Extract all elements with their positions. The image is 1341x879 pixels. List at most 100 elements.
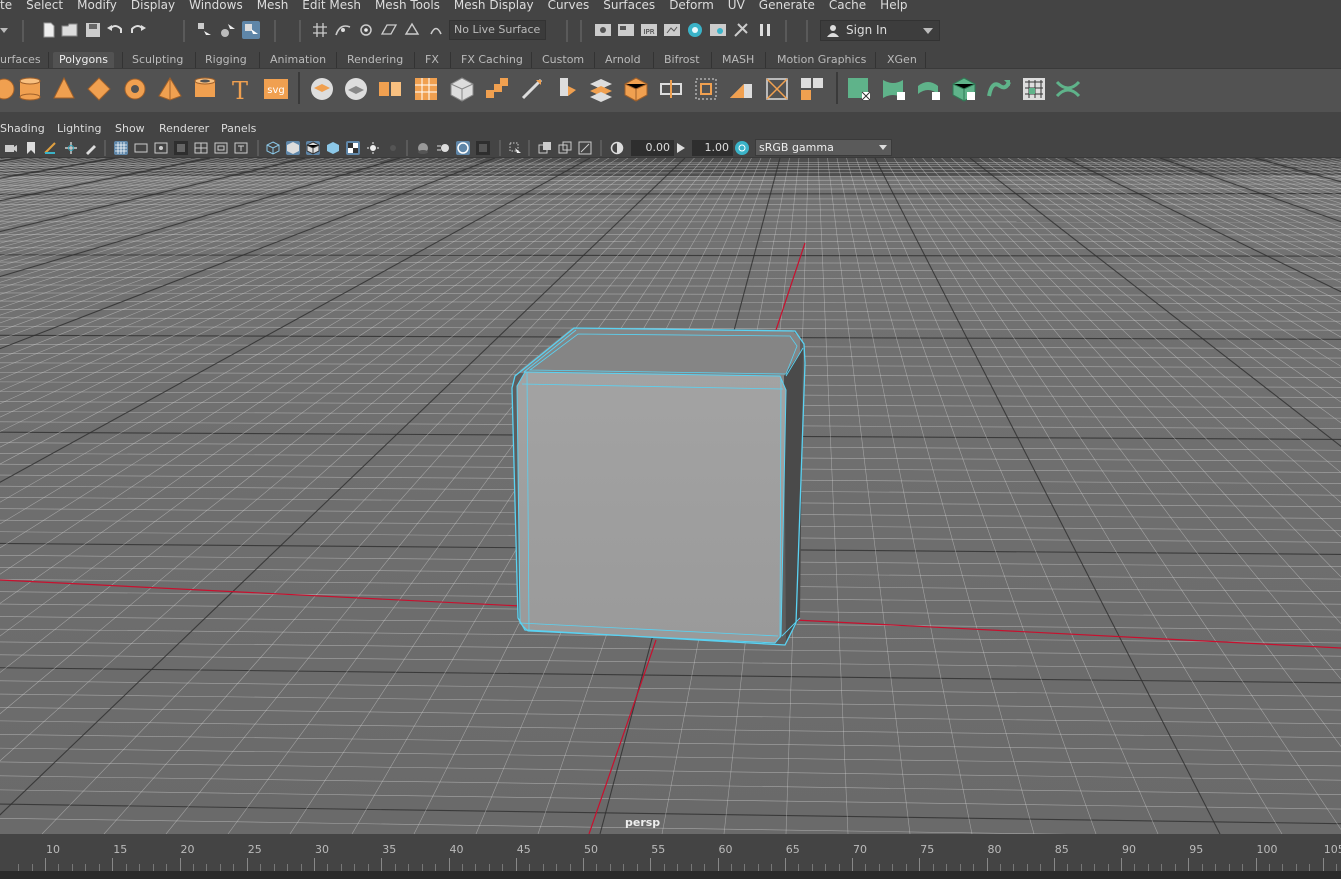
- exposure-field[interactable]: 0.00: [631, 140, 674, 156]
- smooth-icon[interactable]: [377, 76, 403, 102]
- textured-icon[interactable]: [326, 141, 340, 155]
- poly-cone-icon[interactable]: [51, 76, 77, 102]
- spherical-mapping-icon[interactable]: [916, 76, 942, 102]
- image-plane-icon[interactable]: [43, 141, 57, 155]
- uv-toolkit-icon[interactable]: [1055, 76, 1081, 102]
- menu-generate[interactable]: Generate: [759, 0, 815, 11]
- menu-display[interactable]: Display: [131, 0, 175, 11]
- tab-sculpting[interactable]: Sculpting: [132, 52, 183, 68]
- tab-rigging[interactable]: Rigging: [205, 52, 247, 68]
- perspective-viewport[interactable]: [0, 158, 1341, 834]
- menu-mesh-tools[interactable]: Mesh Tools: [375, 0, 440, 11]
- xray-joints-icon[interactable]: [578, 141, 592, 155]
- snap-to-point-icon[interactable]: [357, 21, 375, 39]
- color-management-icon[interactable]: [735, 141, 749, 155]
- gamma-icon[interactable]: [674, 141, 688, 155]
- render-settings-icon[interactable]: [594, 21, 612, 39]
- poly-reduce-icon[interactable]: [799, 76, 825, 102]
- snap-to-grid-icon[interactable]: [311, 21, 329, 39]
- sign-in-button[interactable]: Sign In: [820, 20, 940, 41]
- pause-render-icon[interactable]: [756, 21, 774, 39]
- default-light-icon[interactable]: [366, 141, 380, 155]
- field-chart-icon[interactable]: [194, 141, 208, 155]
- wireframe-on-shaded-icon[interactable]: [306, 141, 320, 155]
- resolution-gate-icon[interactable]: [154, 141, 168, 155]
- view-transform-dropdown[interactable]: sRGB gamma: [755, 139, 892, 156]
- viewport-scene[interactable]: [0, 158, 1341, 834]
- menu-mesh-display[interactable]: Mesh Display: [454, 0, 534, 11]
- grease-pencil-icon[interactable]: [84, 141, 98, 155]
- time-slider[interactable]: [0, 834, 1341, 871]
- tab-xgen[interactable]: XGen: [887, 52, 917, 68]
- snap-to-view-plane-icon[interactable]: [380, 21, 398, 39]
- ambient-occlusion-icon[interactable]: [416, 141, 430, 155]
- safe-title-icon[interactable]: [234, 141, 248, 155]
- gamma-field[interactable]: 1.00: [692, 140, 733, 156]
- panel-menu-renderer[interactable]: Renderer: [159, 122, 209, 135]
- exposure-icon[interactable]: [610, 141, 624, 155]
- tab-custom[interactable]: Custom: [542, 52, 584, 68]
- menuset-dropdown-caret-icon[interactable]: [0, 24, 10, 36]
- multisample-aa-icon[interactable]: [456, 141, 470, 155]
- gate-mask-icon[interactable]: [174, 141, 188, 155]
- tab-polygons[interactable]: Polygons: [53, 52, 114, 68]
- bridge-icon[interactable]: [484, 76, 510, 102]
- redo-icon[interactable]: [129, 21, 147, 39]
- panel-menu-shading[interactable]: Shading: [0, 122, 45, 135]
- hypershade-icon[interactable]: [686, 21, 704, 39]
- tab-rendering[interactable]: Rendering: [347, 52, 403, 68]
- tab-fx-caching[interactable]: FX Caching: [461, 52, 523, 68]
- wireframe-icon[interactable]: [266, 141, 280, 155]
- append-polygon-icon[interactable]: [658, 76, 684, 102]
- depth-of-field-icon[interactable]: [476, 141, 490, 155]
- separate-icon[interactable]: [343, 76, 369, 102]
- bevel-icon[interactable]: [588, 76, 614, 102]
- xray-icon[interactable]: [538, 141, 552, 155]
- isolate-select-icon[interactable]: [508, 141, 522, 155]
- unfold-uv-icon[interactable]: [986, 76, 1012, 102]
- uv-editor-icon[interactable]: [1021, 76, 1047, 102]
- tab-arnold[interactable]: Arnold: [605, 52, 641, 68]
- arnold-render-icon[interactable]: [732, 21, 750, 39]
- extrude-icon[interactable]: [554, 76, 580, 102]
- cylindrical-mapping-icon[interactable]: [881, 76, 907, 102]
- snap-toggle-icon[interactable]: [427, 21, 445, 39]
- motion-blur-icon[interactable]: [436, 141, 450, 155]
- select-by-component-type-icon[interactable]: [242, 21, 260, 39]
- poly-torus-icon[interactable]: [122, 76, 148, 102]
- panel-menu-show[interactable]: Show: [115, 122, 145, 135]
- render-view-icon[interactable]: [709, 21, 727, 39]
- poly-plane-icon[interactable]: [86, 76, 112, 102]
- target-weld-icon[interactable]: [693, 76, 719, 102]
- ipr-render-icon[interactable]: IPR: [640, 21, 658, 39]
- menu-mesh[interactable]: Mesh: [257, 0, 289, 11]
- poly-pipe-icon[interactable]: [192, 76, 218, 102]
- select-camera-icon[interactable]: [4, 141, 18, 155]
- menu-deform[interactable]: Deform: [669, 0, 714, 11]
- grid-toggle-icon[interactable]: [114, 141, 128, 155]
- mirror-icon[interactable]: [449, 76, 475, 102]
- undo-icon[interactable]: [106, 21, 124, 39]
- menu-select[interactable]: Select: [26, 0, 63, 11]
- use-all-lights-icon[interactable]: [346, 141, 360, 155]
- svg-tool-icon[interactable]: svg: [263, 76, 289, 102]
- tab-animation[interactable]: Animation: [270, 52, 326, 68]
- two-d-pan-zoom-icon[interactable]: [64, 141, 78, 155]
- snap-to-curve-icon[interactable]: [334, 21, 352, 39]
- menu-curves[interactable]: Curves: [548, 0, 590, 11]
- menu-uv[interactable]: UV: [728, 0, 745, 11]
- insert-edge-loop-icon[interactable]: [623, 76, 649, 102]
- select-by-object-type-icon[interactable]: [219, 21, 237, 39]
- new-scene-icon[interactable]: [40, 21, 58, 39]
- extract-icon[interactable]: [413, 76, 439, 102]
- crease-tool-icon[interactable]: [764, 76, 790, 102]
- live-surface-field[interactable]: No Live Surface: [449, 20, 546, 40]
- poly-cylinder-icon[interactable]: [17, 76, 43, 102]
- render-current-frame-icon[interactable]: [617, 21, 635, 39]
- open-scene-icon[interactable]: [61, 21, 79, 39]
- menu-windows[interactable]: Windows: [189, 0, 243, 11]
- smooth-shade-all-icon[interactable]: [286, 141, 300, 155]
- tab-motion-graphics[interactable]: Motion Graphics: [777, 52, 866, 68]
- menu-file-partial[interactable]: te: [0, 0, 12, 11]
- select-by-hierarchy-icon[interactable]: [196, 21, 214, 39]
